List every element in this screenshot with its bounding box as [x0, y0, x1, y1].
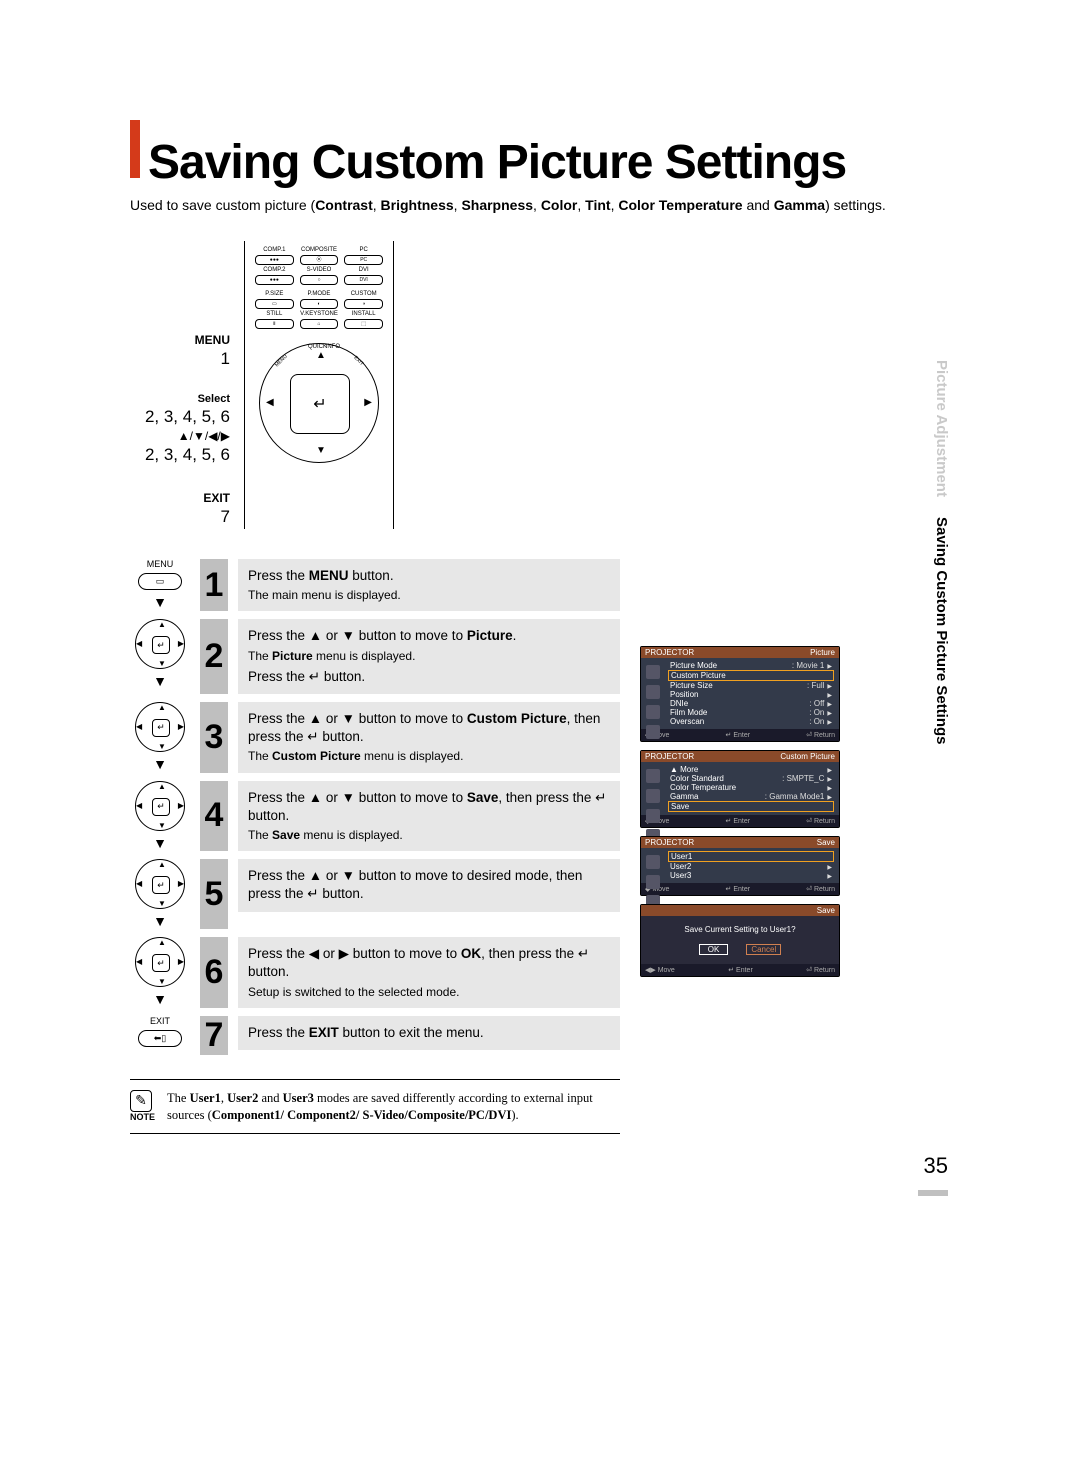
right-arrow-icon: ▶ [364, 397, 372, 408]
menu-icon: MENU [274, 354, 289, 369]
title-accent [130, 120, 140, 178]
step-number: 2 [200, 619, 228, 694]
step-description: Press the ◀ or ▶ button to move to OK, t… [238, 937, 620, 1008]
flow-arrow-icon: ▼ [153, 913, 167, 929]
step-number: 3 [200, 702, 228, 773]
note-label: NOTE [130, 1112, 155, 1122]
left-arrow-icon: ◀ [266, 397, 274, 408]
flow-arrow-icon: ▼ [153, 594, 167, 610]
page-title: Saving Custom Picture Settings [148, 135, 846, 190]
exit-icon: EXIT [352, 355, 364, 367]
step-description: Press the ▲ or ▼ button to move to Pictu… [238, 619, 620, 694]
flow-arrow-icon: ▼ [153, 991, 167, 1007]
ok-button[interactable]: OK [699, 944, 729, 955]
step-6: ▲▼◀▶↵ ▼ 6Press the ◀ or ▶ button to move t… [130, 937, 620, 1008]
step-number: 7 [200, 1016, 228, 1055]
step-1: MENU▭▼1Press the MENU button.The main me… [130, 559, 620, 611]
subtitle: Used to save custom picture (Contrast, B… [130, 196, 950, 215]
osd-save: PROJECTORSaveUser1User2User3◆ Move↵ Ente… [640, 836, 840, 896]
step-5: ▲▼◀▶↵ ▼ 5Press the ▲ or ▼ button to move t… [130, 859, 620, 929]
step-description: Press the ▲ or ▼ button to move to desir… [238, 859, 620, 911]
cancel-button[interactable]: Cancel [746, 944, 781, 955]
step-4: ▲▼◀▶↵ ▼ 4Press the ▲ or ▼ button to move t… [130, 781, 620, 852]
step-description: Press the MENU button.The main menu is d… [238, 559, 620, 611]
up-arrow-icon: ▲ [316, 350, 326, 361]
flow-arrow-icon: ▼ [153, 835, 167, 851]
step-number: 4 [200, 781, 228, 852]
down-arrow-icon: ▼ [316, 445, 326, 456]
dpad-icon: ▲▼◀▶↵ [135, 781, 185, 831]
dpad-icon: ▲▼◀▶↵ [135, 702, 185, 752]
step-description: Press the ▲ or ▼ button to move to Save,… [238, 781, 620, 852]
dpad-icon: ▲▼◀▶↵ [135, 937, 185, 987]
step-number: 5 [200, 859, 228, 929]
remote-label-column: MENU 1 Select 2, 3, 4, 5, 6 ▲/▼/◀/▶ 2, 3… [130, 241, 230, 529]
dpad-icon: ▲▼◀▶↵ [135, 859, 185, 909]
flow-arrow-icon: ▼ [153, 756, 167, 772]
osd-picture: PROJECTORPicturePicture Mode: Movie 1Cus… [640, 646, 840, 742]
flow-arrow-icon: ▼ [153, 673, 167, 689]
menu-button-icon: ▭ [138, 573, 182, 590]
exit-button-icon: ⬅▯ [138, 1030, 182, 1047]
osd-confirm-save: SaveSave Current Setting to User1?OKCanc… [640, 904, 840, 977]
page-number-accent [918, 1190, 948, 1196]
osd-custom-picture: PROJECTORCustom Picture▲ MoreColor Stand… [640, 750, 840, 828]
step-description: Press the ▲ or ▼ button to move to Custo… [238, 702, 620, 773]
step-number: 6 [200, 937, 228, 1008]
note-text: The User1, User2 and User3 modes are sav… [167, 1090, 620, 1125]
note-icon: ✎ [130, 1090, 152, 1112]
step-number: 1 [200, 559, 228, 611]
remote-diagram: COMP.1COMPOSITEPC ●●●⦿PC COMP.2S-VIDEODV… [244, 241, 394, 529]
page-number: 35 [924, 1153, 948, 1179]
side-tab: Picture AdjustmentSaving Custom Picture … [933, 360, 950, 745]
step-description: Press the EXIT button to exit the menu. [238, 1016, 620, 1050]
step-7: EXIT⬅▯7Press the EXIT button to exit the… [130, 1016, 620, 1055]
step-2: ▲▼◀▶↵ ▼ 2Press the ▲ or ▼ button to move t… [130, 619, 620, 694]
enter-button-icon: ↵ [290, 374, 350, 434]
dpad-icon: ▲▼◀▶↵ [135, 619, 185, 669]
step-3: ▲▼◀▶↵ ▼ 3Press the ▲ or ▼ button to move t… [130, 702, 620, 773]
